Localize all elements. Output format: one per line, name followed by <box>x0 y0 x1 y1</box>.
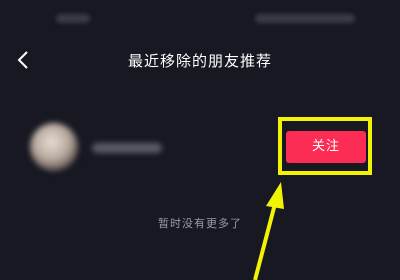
status-indicators-blurred <box>255 14 355 23</box>
follow-button[interactable]: 关注 <box>286 131 366 163</box>
status-bar <box>0 0 400 40</box>
nav-bar: 最近移除的朋友推荐 <box>0 40 400 80</box>
no-more-text: 暂时没有更多了 <box>158 217 242 230</box>
page-title: 最近移除的朋友推荐 <box>127 52 272 70</box>
status-time-blurred <box>56 14 90 23</box>
avatar[interactable] <box>30 123 78 171</box>
friend-name-blurred <box>92 143 162 153</box>
